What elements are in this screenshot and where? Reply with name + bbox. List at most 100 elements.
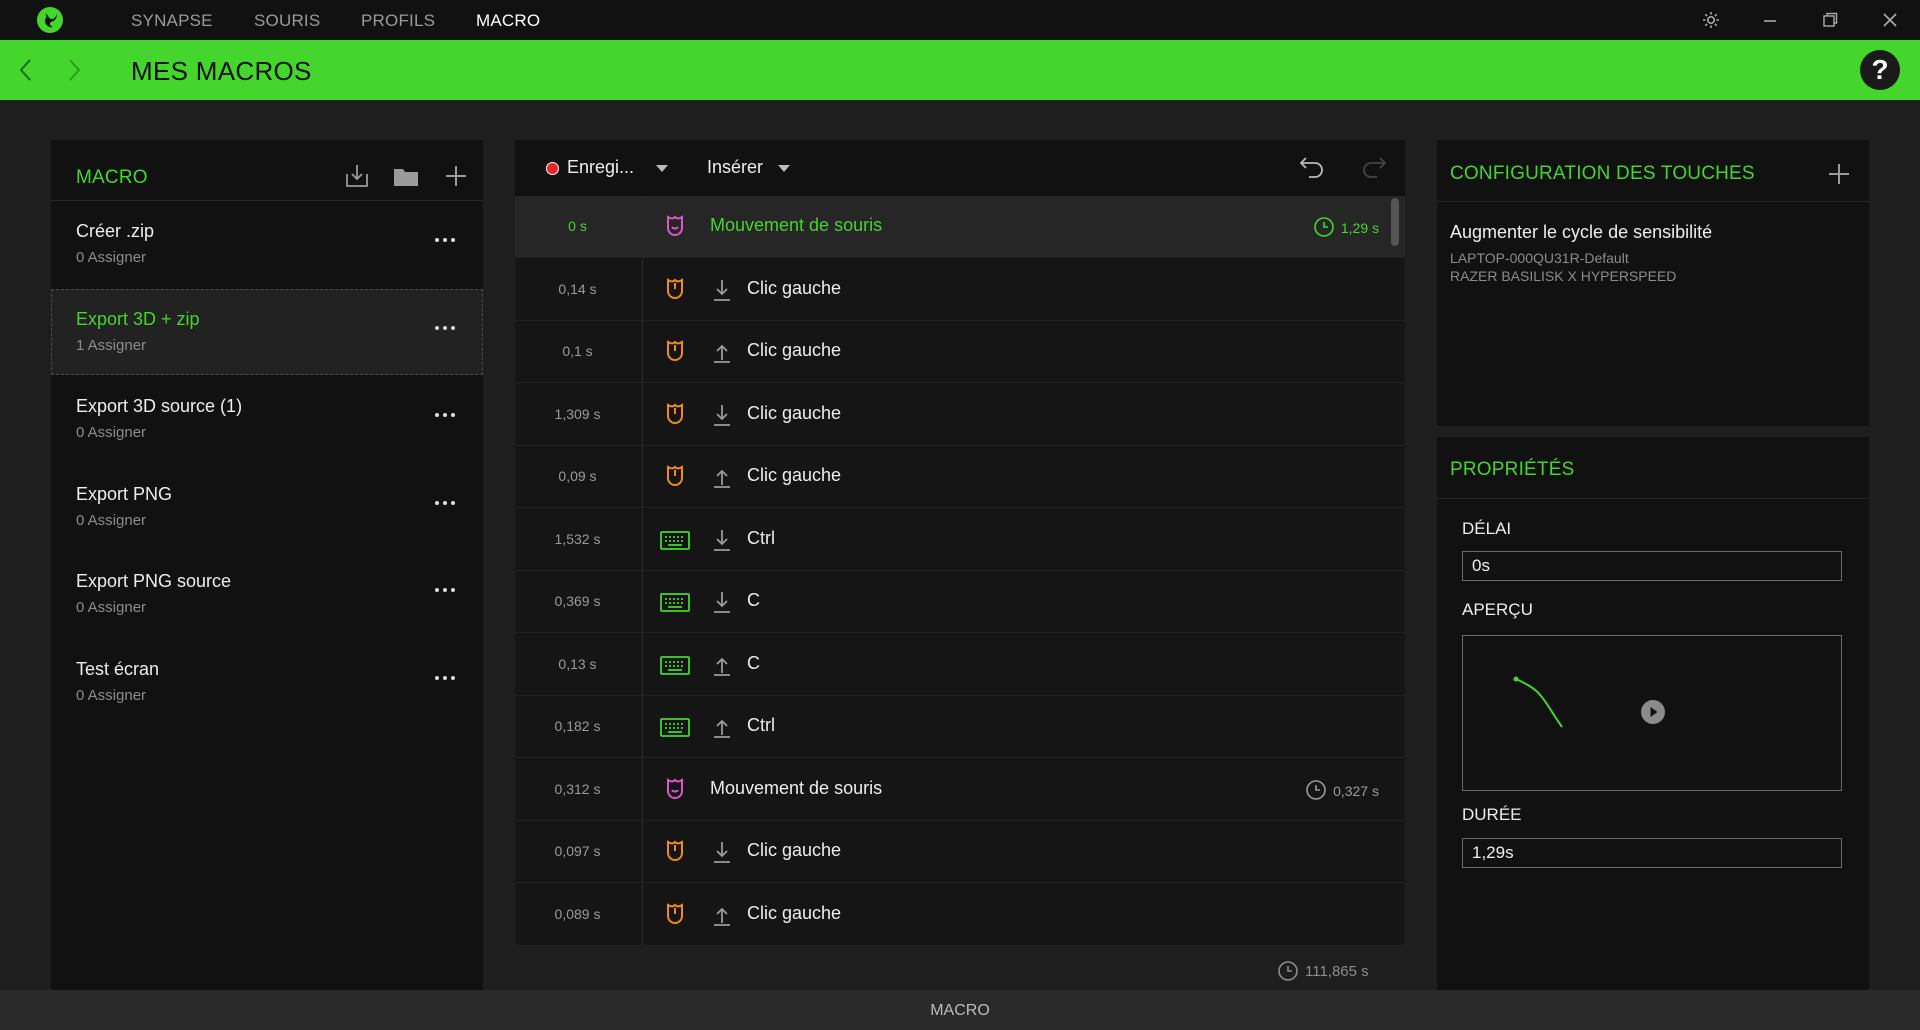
macro-event-row[interactable]: 0,14 s Clic gauche [515, 258, 1405, 321]
macro-assign-count: 0 Assigner [76, 599, 147, 616]
macro-event-row[interactable]: 0,097 s Clic gauche [515, 821, 1405, 883]
clock-icon [1278, 961, 1298, 981]
more-options-icon[interactable] [433, 409, 457, 421]
row-divider [642, 321, 643, 383]
event-list-scrollbar[interactable] [1391, 198, 1399, 246]
macro-item[interactable]: Export PNG source 0 Assigner [51, 551, 483, 637]
macro-item[interactable]: Export PNG 0 Assigner [51, 464, 483, 550]
macro-event-row[interactable]: 0,089 s Clic gauche [515, 883, 1405, 946]
event-delay[interactable]: 0,312 s [515, 781, 640, 797]
insert-button[interactable]: Insérer [707, 157, 763, 178]
help-icon[interactable]: ? [1860, 50, 1900, 90]
event-label: Ctrl [747, 527, 775, 548]
tab-souris[interactable]: SOURIS [254, 11, 320, 31]
mouse-click-icon [659, 899, 691, 931]
razer-logo-icon[interactable] [36, 6, 64, 34]
event-label: Clic gauche [747, 340, 842, 360]
record-dropdown-icon[interactable] [656, 165, 668, 173]
macro-event-row[interactable]: 0,09 s Clic gauche [515, 446, 1405, 508]
binding-device: RAZER BASILISK X HYPERSPEED [1450, 268, 1677, 284]
event-delay[interactable]: 1,532 s [515, 531, 640, 547]
macro-event-row[interactable]: 0,13 s C [515, 633, 1405, 696]
mouse-path-preview [1462, 635, 1842, 791]
event-delay[interactable]: 0,1 s [515, 343, 640, 359]
restore-icon[interactable] [1818, 8, 1842, 32]
macro-list-panel: MACRO Créer .zip 0 Assigner Export 3D + … [51, 140, 483, 990]
settings-gear-icon[interactable] [1699, 8, 1723, 32]
macro-event-row[interactable]: 1,532 s Ctrl [515, 508, 1405, 571]
duration-field[interactable]: 1,29s [1462, 838, 1842, 868]
event-delay[interactable]: 0,089 s [515, 906, 640, 922]
row-divider [642, 383, 643, 446]
macro-assign-count: 0 Assigner [76, 512, 147, 529]
event-delay[interactable]: 0,369 s [515, 593, 640, 609]
mouse-click-icon [659, 336, 691, 368]
tab-synapse[interactable]: SYNAPSE [131, 11, 213, 31]
row-divider [642, 446, 643, 508]
macro-name: Créer .zip [76, 221, 155, 241]
event-delay[interactable]: 0 s [515, 218, 640, 234]
key-binding-entry[interactable]: Augmenter le cycle de sensibilité LAPTOP… [1425, 202, 1857, 402]
keyboard-icon [659, 711, 691, 743]
macro-assign-count: 0 Assigner [76, 687, 147, 704]
tab-profils[interactable]: PROFILS [361, 11, 435, 31]
row-divider [642, 571, 643, 633]
insert-dropdown-icon[interactable] [778, 165, 790, 173]
event-label: C [747, 652, 760, 673]
mouse-click-icon [659, 399, 691, 431]
more-options-icon[interactable] [433, 584, 457, 596]
row-divider [642, 508, 643, 571]
event-delay[interactable]: 0,097 s [515, 843, 640, 859]
mouse-path-line [1515, 678, 1563, 728]
key-down-arrow-icon [710, 528, 734, 552]
macro-name: Export PNG [76, 484, 173, 504]
minimize-icon[interactable] [1758, 8, 1782, 32]
macro-item[interactable]: Créer .zip 0 Assigner [51, 201, 483, 287]
macro-assign-count: 0 Assigner [76, 249, 147, 266]
key-config-title: CONFIGURATION DES TOUCHES [1450, 163, 1755, 184]
macro-event-row[interactable]: 0,369 s C [515, 571, 1405, 633]
macro-name: Export PNG source [76, 571, 232, 591]
macro-item-selected[interactable]: Export 3D + zip 1 Assigner [51, 289, 483, 375]
event-label: Clic gauche [747, 465, 842, 485]
more-options-icon[interactable] [433, 234, 457, 246]
record-button[interactable]: Enregi... [567, 157, 634, 178]
add-macro-icon[interactable] [442, 162, 470, 190]
tab-macro[interactable]: MACRO [476, 11, 540, 31]
event-delay[interactable]: 0,182 s [515, 718, 640, 734]
key-up-arrow-icon [710, 653, 734, 677]
import-icon[interactable] [343, 162, 371, 190]
event-delay[interactable]: 0,14 s [515, 281, 640, 297]
macro-event-row[interactable]: 1,309 s Clic gauche [515, 383, 1405, 446]
macro-event-row[interactable]: 0 s Mouvement de souris 1,29 s [515, 196, 1405, 258]
play-preview-icon[interactable] [1641, 700, 1665, 724]
forward-arrow-icon[interactable] [64, 57, 84, 83]
more-options-icon[interactable] [433, 322, 457, 334]
row-divider [642, 633, 643, 696]
macro-panel-title: MACRO [76, 167, 148, 188]
preview-label: APERÇU [1462, 600, 1533, 619]
event-delay[interactable]: 0,09 s [515, 468, 640, 484]
more-options-icon[interactable] [433, 497, 457, 509]
macro-item[interactable]: Test écran 0 Assigner [51, 639, 483, 725]
mouse-click-icon [659, 836, 691, 868]
undo-icon[interactable] [1297, 152, 1325, 180]
add-binding-icon[interactable] [1825, 160, 1853, 188]
event-label: Ctrl [747, 715, 775, 735]
record-dot-icon [546, 162, 559, 175]
back-arrow-icon[interactable] [16, 57, 36, 83]
event-duration-value: 1,29 s [1340, 220, 1379, 236]
delay-field[interactable]: 0s [1462, 551, 1842, 581]
more-options-icon[interactable] [433, 672, 457, 684]
event-delay[interactable]: 1,309 s [515, 406, 640, 422]
redo-icon[interactable] [1359, 152, 1387, 180]
macro-event-row[interactable]: 0,312 s Mouvement de souris 0,327 s [515, 758, 1405, 821]
macro-event-row[interactable]: 0,182 s Ctrl [515, 696, 1405, 758]
macro-item[interactable]: Export 3D source (1) 0 Assigner [51, 376, 483, 462]
close-icon[interactable] [1878, 8, 1902, 32]
folder-icon[interactable] [392, 162, 420, 190]
macro-event-row[interactable]: 0,1 s Clic gauche [515, 321, 1405, 383]
row-divider [642, 758, 643, 821]
keyboard-icon [659, 586, 691, 618]
event-delay[interactable]: 0,13 s [515, 656, 640, 672]
